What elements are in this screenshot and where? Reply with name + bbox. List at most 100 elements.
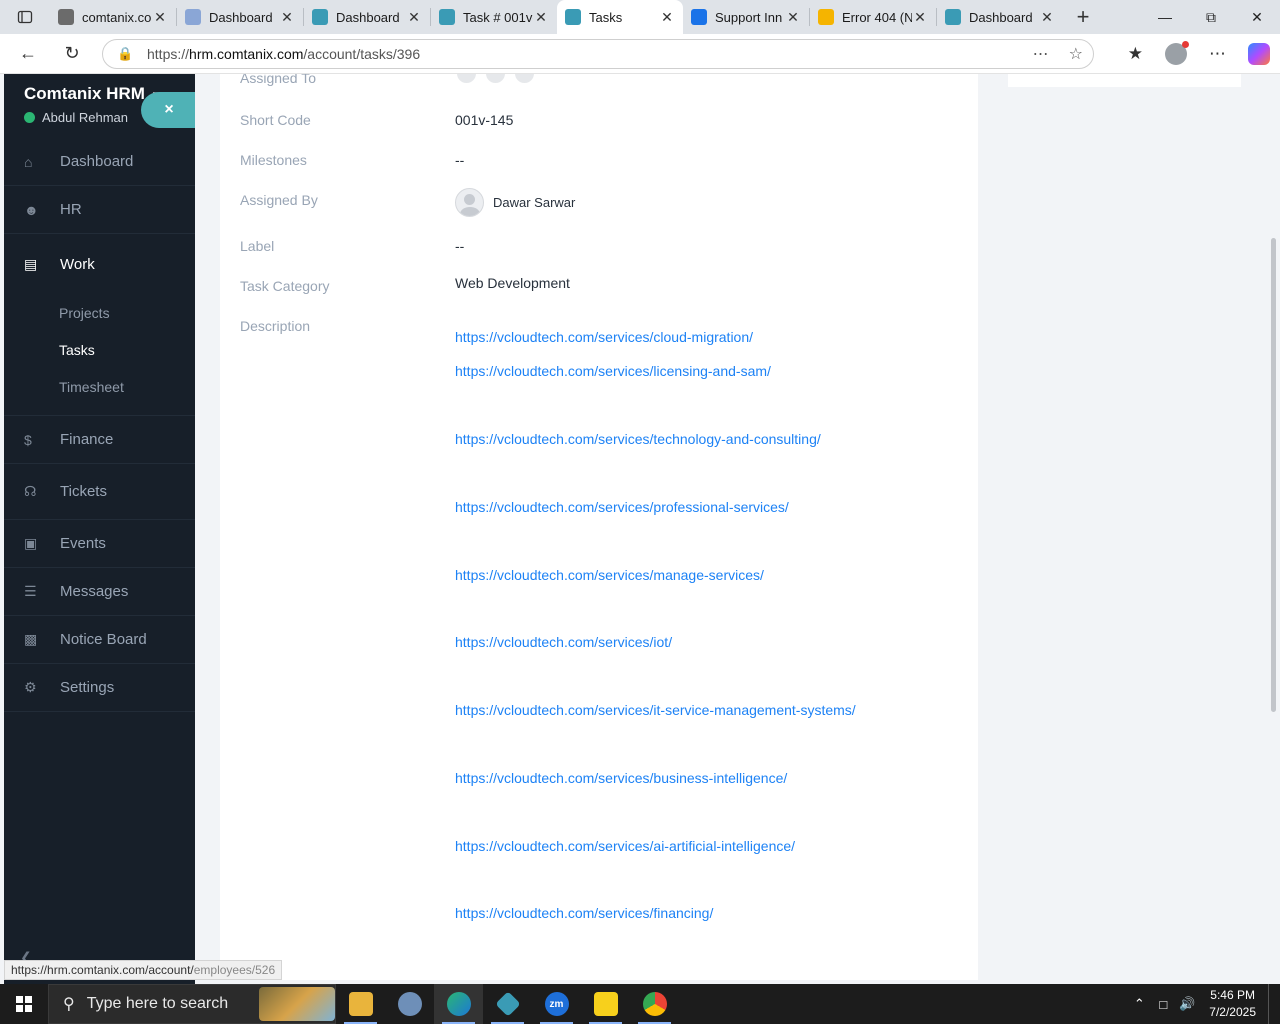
sidebar-item-finance[interactable]: $ Finance <box>4 416 195 464</box>
description-link[interactable]: https://vcloudtech.com/services/it-servi… <box>455 702 856 718</box>
message-icon: ☰ <box>24 583 37 599</box>
description-link[interactable]: https://vcloudtech.com/services/professi… <box>455 499 789 515</box>
browser-tab[interactable]: Tasks ✕ <box>557 0 683 34</box>
calendar-icon: ▣ <box>24 535 38 551</box>
snipping-app[interactable] <box>385 984 434 1024</box>
edge-icon <box>446 992 471 1016</box>
avatar[interactable] <box>513 74 536 85</box>
status-url-faded: employees/526 <box>193 963 276 977</box>
tab-label: Dashboard <box>969 9 1033 25</box>
page-scrollbar[interactable] <box>1267 74 1280 980</box>
address-bar: ← ↻ 🔒 https://hrm.comtanix.com/account/t… <box>0 34 1280 74</box>
restore-icon[interactable]: ⧉ <box>1188 0 1234 34</box>
description-link[interactable]: https://vcloudtech.com/services/financin… <box>455 905 713 921</box>
profile-avatar[interactable] <box>1165 41 1189 65</box>
browser-tab[interactable]: Dashboard ✕ <box>177 0 303 34</box>
task-details-card: Assigned To Short Code 001v-145 Mileston… <box>220 74 978 980</box>
search-highlight-icon[interactable] <box>259 987 335 1021</box>
sidebar-item-messages[interactable]: ☰ Messages <box>4 568 195 616</box>
chrome-icon <box>642 992 667 1016</box>
tab-favicon-icon <box>439 9 455 25</box>
taskbar-clock[interactable]: 5:46 PM 7/2/2025 <box>1199 987 1268 1021</box>
tab-close-icon[interactable]: ✕ <box>406 9 422 26</box>
tab-favicon-icon <box>945 9 961 25</box>
favorite-star-icon[interactable]: ☆ <box>1069 44 1083 64</box>
browser-tab[interactable]: comtanix.com✕ <box>50 0 176 34</box>
sidebar-item-hr[interactable]: ☻ HR <box>4 186 195 234</box>
tab-actions-icon[interactable] <box>0 0 50 34</box>
file-explorer-app[interactable] <box>336 984 385 1024</box>
tab-close-icon[interactable]: ✕ <box>279 9 295 26</box>
avatar <box>455 188 484 217</box>
field-label: Milestones <box>240 152 307 168</box>
favorites-icon[interactable]: ★ <box>1128 44 1143 64</box>
sidebar-item-events[interactable]: ▣ Events <box>4 520 195 568</box>
description-link[interactable]: https://vcloudtech.com/services/licensin… <box>455 363 771 379</box>
start-button[interactable] <box>0 984 48 1024</box>
refresh-button[interactable]: ↻ <box>50 34 94 74</box>
lock-icon[interactable]: 🔒 <box>117 46 147 62</box>
tab-favicon-icon <box>565 9 581 25</box>
avatar[interactable] <box>455 74 478 85</box>
field-label: Assigned To <box>240 74 317 86</box>
sidebar-item-tickets[interactable]: ☊ Tickets <box>4 464 195 520</box>
taskbar-search[interactable]: ⚲ Type here to search <box>48 984 336 1024</box>
sidebar-item-notice-board[interactable]: ▩ Notice Board <box>4 616 195 664</box>
tab-close-icon[interactable]: ✕ <box>659 9 675 26</box>
browser-tab[interactable]: Dashboard ✕ <box>304 0 430 34</box>
sidebar-item-settings[interactable]: ⚙ Settings <box>4 664 195 712</box>
browser-tab[interactable]: Error 404 (N ✕ <box>810 0 936 34</box>
field-short-code: Short Code 001v-145 <box>240 112 513 128</box>
browser-tab[interactable]: Dashboard ✕ <box>937 0 1063 34</box>
label-value: -- <box>455 238 465 254</box>
sidebar-subitem-timesheet[interactable]: Timesheet <box>4 368 195 405</box>
windows-taskbar: ⚲ Type here to search zm ⌃ □ 🔊 5:46 PM 7… <box>0 984 1280 1024</box>
page-options-icon[interactable]: ⋯ <box>1033 44 1049 64</box>
sticky-notes-app[interactable] <box>581 984 630 1024</box>
description-link[interactable]: https://vcloudtech.com/services/cloud-mi… <box>455 329 753 345</box>
copilot-icon[interactable] <box>1248 43 1270 65</box>
new-tab-button[interactable]: + <box>1063 4 1103 30</box>
url-input[interactable]: 🔒 https://hrm.comtanix.com/account/tasks… <box>102 39 1094 69</box>
edge-browser-app[interactable] <box>434 984 483 1024</box>
chrome-app[interactable] <box>630 984 679 1024</box>
url-host: hrm.comtanix.com <box>189 46 304 62</box>
url-scheme: https:// <box>147 46 190 62</box>
description-link[interactable]: https://vcloudtech.com/services/ai-artif… <box>455 838 795 854</box>
assigned-by-user[interactable]: Dawar Sarwar <box>455 188 575 217</box>
chevron-up-icon[interactable]: ⌃ <box>1127 996 1151 1012</box>
scrollbar-thumb[interactable] <box>1271 238 1276 712</box>
tab-close-icon[interactable]: ✕ <box>785 9 801 26</box>
browser-tab[interactable]: Support Inn ✕ <box>683 0 809 34</box>
zoho-meeting-app[interactable]: zm <box>532 984 581 1024</box>
description-link[interactable]: https://vcloudtech.com/services/manage-s… <box>455 567 764 583</box>
sidebar-subitem-tasks[interactable]: Tasks <box>4 331 195 368</box>
description-link[interactable]: https://vcloudtech.com/services/technolo… <box>455 431 821 447</box>
app-taskbar-item[interactable] <box>483 984 532 1024</box>
close-window-icon[interactable]: ✕ <box>1234 0 1280 34</box>
description-link[interactable]: https://vcloudtech.com/services/business… <box>455 770 787 786</box>
tab-label: Tasks <box>589 9 623 25</box>
sidebar-item-dashboard[interactable]: ⌂ Dashboard <box>4 138 195 186</box>
minimize-icon[interactable]: — <box>1142 0 1188 34</box>
browser-tab[interactable]: Task # 001v-145✕ <box>431 0 557 34</box>
back-button[interactable]: ← <box>6 34 50 74</box>
sidebar-item-label: Events <box>60 535 106 552</box>
sidebar-item-work[interactable]: ▤ Work <box>4 234 195 294</box>
sticky-note-icon <box>593 992 618 1016</box>
description-link[interactable]: https://vcloudtech.com/services/iot/ <box>455 634 672 650</box>
more-menu-icon[interactable]: ⋯ <box>1209 44 1226 64</box>
tab-close-icon[interactable]: ✕ <box>912 9 928 26</box>
tab-close-icon[interactable]: ✕ <box>533 9 549 26</box>
field-label: Task Category <box>240 278 330 294</box>
sidebar-item-label: Finance <box>60 431 114 448</box>
sidebar-subitem-projects[interactable]: Projects <box>4 294 195 331</box>
sidebar-close-button[interactable]: × <box>141 92 197 128</box>
volume-icon[interactable]: 🔊 <box>1175 996 1199 1012</box>
tab-close-icon[interactable]: ✕ <box>1039 9 1055 26</box>
avatar[interactable] <box>484 74 507 85</box>
network-icon[interactable]: □ <box>1151 997 1175 1012</box>
show-desktop-button[interactable] <box>1268 984 1280 1024</box>
tab-close-icon[interactable]: ✕ <box>152 9 168 26</box>
search-icon: ⚲ <box>63 996 75 1013</box>
